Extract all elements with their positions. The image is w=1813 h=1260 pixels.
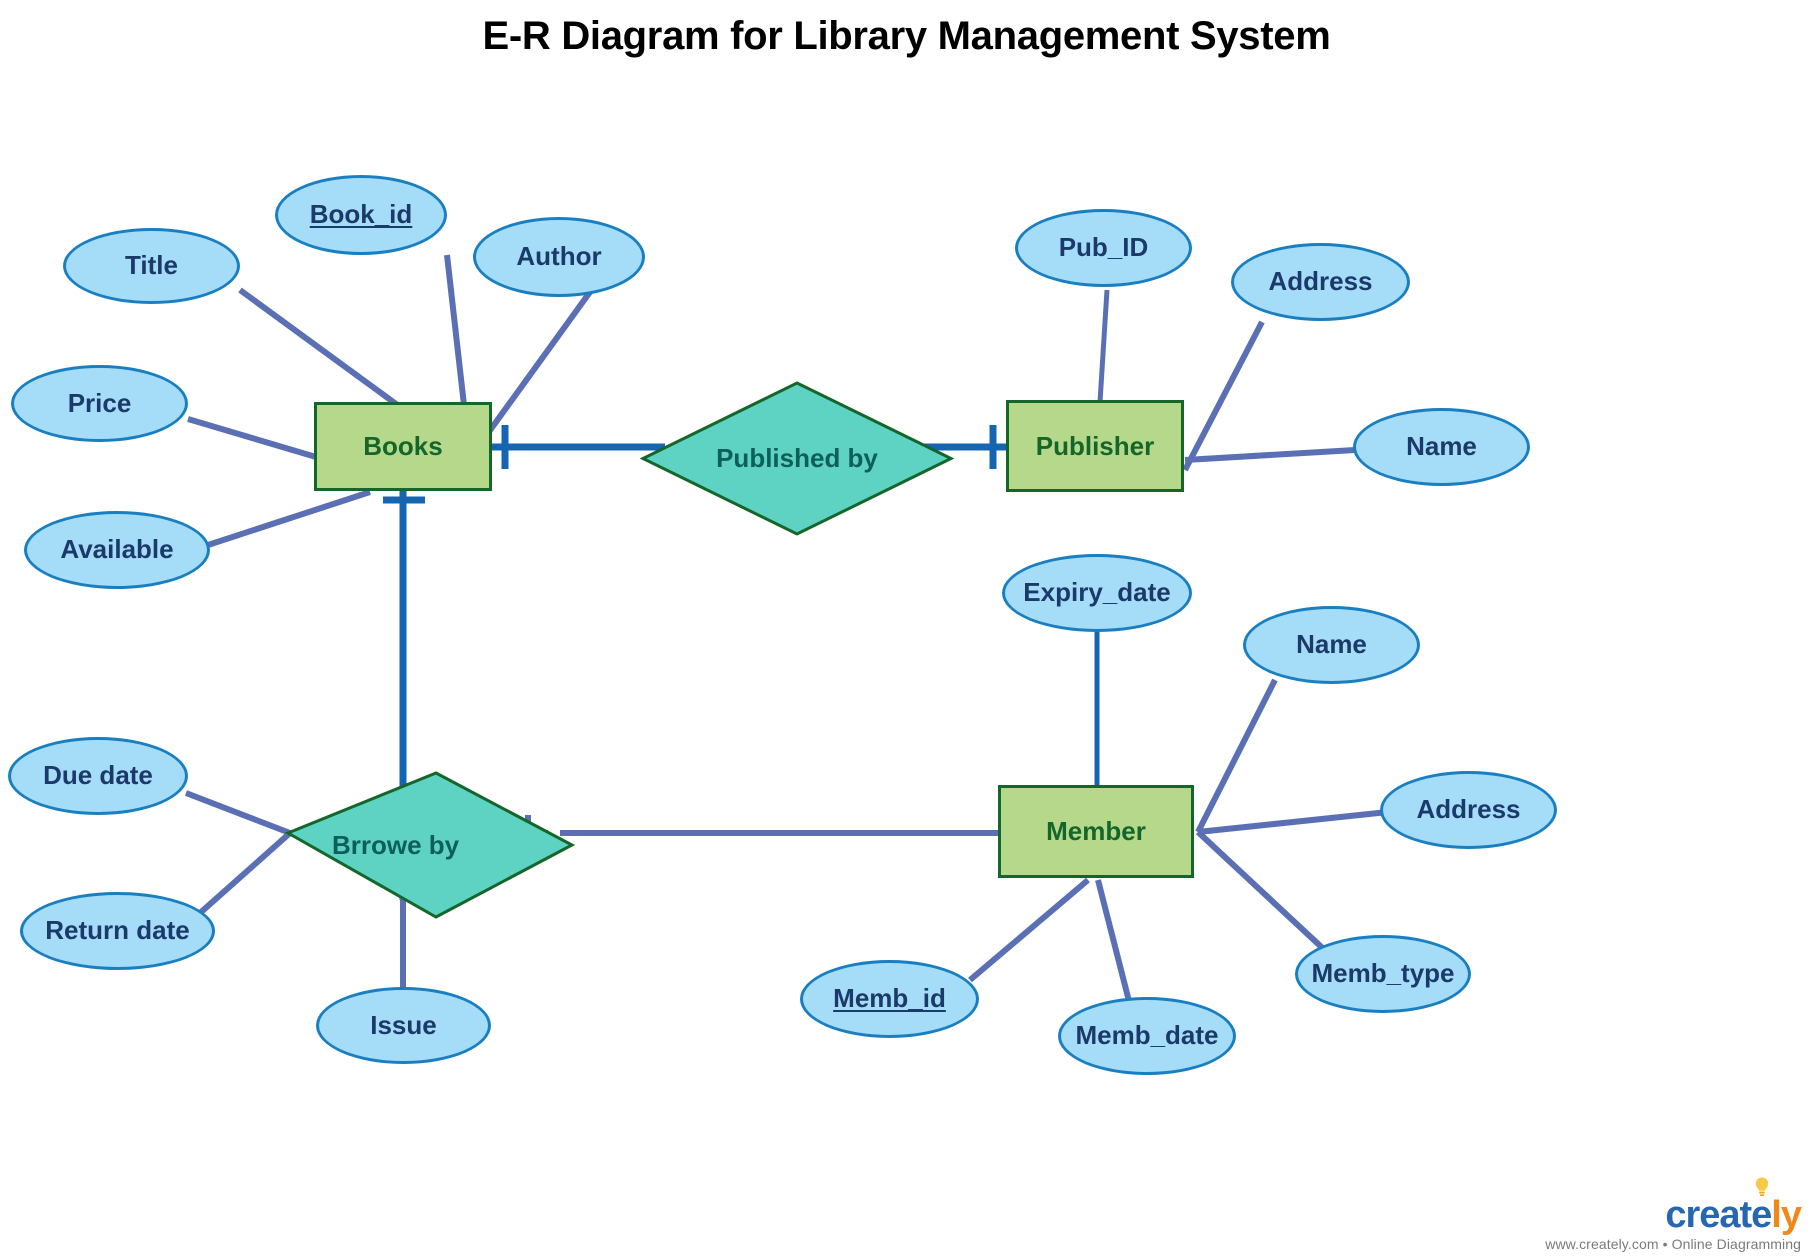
entity-label: Member bbox=[1046, 816, 1146, 846]
attribute-return-date[interactable]: Return date bbox=[20, 892, 215, 970]
link-returndate-brroweby bbox=[198, 830, 292, 916]
entity-label: Books bbox=[363, 431, 443, 461]
link-membaddress-member bbox=[1197, 809, 1389, 835]
entity-label: Publisher bbox=[1035, 430, 1155, 461]
attribute-book-id[interactable]: Book_id bbox=[275, 175, 447, 255]
logo-text-accent: ly bbox=[1771, 1194, 1802, 1236]
relationship-published-by[interactable]: Published by bbox=[639, 381, 955, 536]
attribute-label: Pub_ID bbox=[1058, 232, 1149, 263]
attribute-label: Memb_date bbox=[1075, 1020, 1219, 1051]
attribute-label: Price bbox=[67, 387, 132, 418]
attribute-member-address[interactable]: Address bbox=[1380, 771, 1557, 849]
attribute-label: Issue bbox=[370, 1009, 437, 1040]
attribute-label: Due date bbox=[43, 760, 153, 791]
attribute-due-date[interactable]: Due date bbox=[8, 737, 188, 815]
attribute-publisher-name[interactable]: Name bbox=[1353, 408, 1530, 486]
attribute-label: Memb_id bbox=[833, 983, 946, 1014]
link-name-publisher bbox=[1184, 447, 1356, 463]
attribute-label: Title bbox=[125, 250, 178, 281]
attribute-author[interactable]: Author bbox=[473, 217, 645, 297]
attribute-memb-id[interactable]: Memb_id bbox=[800, 960, 979, 1038]
attribute-member-name[interactable]: Name bbox=[1243, 606, 1420, 684]
er-diagram-canvas: E-R Diagram for Library Management Syste… bbox=[0, 0, 1813, 1260]
attribute-label: Available bbox=[60, 534, 174, 565]
attribute-available[interactable]: Available bbox=[24, 511, 210, 589]
attribute-label: Return date bbox=[45, 915, 190, 946]
creately-logo: creately bbox=[1665, 1177, 1802, 1236]
diamond-shape bbox=[639, 381, 955, 536]
attribute-price[interactable]: Price bbox=[11, 365, 188, 442]
attribute-label: Author bbox=[516, 241, 602, 272]
attribute-label: Expiry_date bbox=[1023, 577, 1171, 608]
watermark-tagline: www.creately.com • Online Diagramming bbox=[1545, 1236, 1801, 1252]
link-membname-member bbox=[1195, 678, 1278, 834]
entity-publisher[interactable]: Publisher bbox=[1006, 400, 1184, 492]
attribute-label: Memb_type bbox=[1311, 958, 1455, 989]
attribute-expiry-date[interactable]: Expiry_date bbox=[1002, 554, 1192, 632]
link-membtype-member bbox=[1195, 829, 1333, 958]
link-address-publisher bbox=[1182, 320, 1265, 472]
link-duedate-brroweby bbox=[184, 790, 292, 836]
lightbulb-icon bbox=[1755, 1177, 1769, 1196]
entity-member[interactable]: Member bbox=[998, 785, 1194, 878]
logo-text-primary: create bbox=[1665, 1194, 1772, 1236]
attribute-label: Name bbox=[1406, 431, 1477, 462]
attribute-label: Book_id bbox=[309, 199, 413, 230]
attribute-publisher-address[interactable]: Address bbox=[1231, 243, 1410, 321]
attribute-label: Name bbox=[1296, 629, 1367, 660]
link-membid-member bbox=[968, 877, 1090, 983]
attribute-issue[interactable]: Issue bbox=[316, 987, 491, 1064]
attribute-label: Address bbox=[1268, 266, 1373, 297]
attribute-title[interactable]: Title bbox=[63, 228, 240, 304]
attribute-memb-type[interactable]: Memb_type bbox=[1295, 935, 1471, 1013]
link-available-books bbox=[207, 489, 371, 548]
relationship-brrowe-by[interactable]: Brrowe by bbox=[284, 771, 576, 919]
connector-lines bbox=[184, 254, 1389, 1006]
diamond-shape bbox=[284, 771, 576, 919]
attribute-memb-date[interactable]: Memb_date bbox=[1058, 997, 1236, 1075]
link-pubid-publisher bbox=[1097, 289, 1110, 403]
link-membdate-member bbox=[1095, 879, 1133, 1006]
attribute-label: Address bbox=[1416, 794, 1521, 825]
entity-books[interactable]: Books bbox=[314, 402, 492, 491]
creately-watermark: creately www.creately.com • Online Diagr… bbox=[1545, 1177, 1802, 1252]
attribute-pub-id[interactable]: Pub_ID bbox=[1015, 209, 1192, 287]
